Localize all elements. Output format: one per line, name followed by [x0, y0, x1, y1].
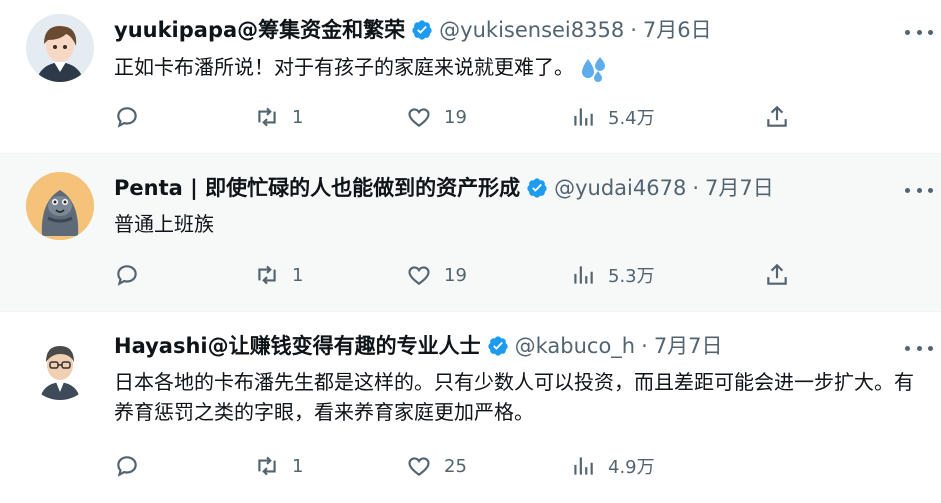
display-name[interactable]: Penta | 即使忙碌的人也能做到的资产形成 [114, 174, 520, 202]
views-button[interactable]: 4.9万 [570, 449, 655, 483]
tweet-header: Penta | 即使忙碌的人也能做到的资产形成 @yudai4678 · 7月7… [114, 174, 774, 202]
like-count: 19 [444, 106, 467, 128]
timestamp[interactable]: 7月6日 [643, 16, 712, 44]
share-icon [767, 263, 787, 285]
views-chart-icon [574, 266, 593, 284]
views-button[interactable]: 5.4万 [570, 100, 655, 134]
sweat-droplets-emoji-icon [582, 56, 605, 82]
retweet-button[interactable]: 1 [254, 100, 303, 134]
more-options-icon[interactable] [905, 22, 933, 42]
tweet-actions: 1 25 4.9万 [114, 449, 814, 483]
views-chart-icon [574, 108, 593, 126]
tweet-text: 正如卡布潘所说！对于有孩子的家庭来说就更难了。 [114, 55, 574, 79]
reply-icon [117, 456, 137, 477]
reply-icon [117, 265, 137, 286]
tweet-text: 普通上班族 [114, 212, 214, 236]
retweet-count: 1 [292, 106, 304, 128]
timestamp[interactable]: 7月7日 [654, 332, 723, 360]
view-count: 4.9万 [608, 457, 655, 478]
tweet-actions: 1 19 5.3万 [114, 258, 814, 292]
separator-dot: · [692, 176, 699, 200]
tweet-text-container: 正如卡布潘所说！对于有孩子的家庭来说就更难了。 [114, 52, 929, 83]
heart-icon [408, 266, 430, 285]
retweet-count: 1 [292, 455, 304, 477]
retweet-button[interactable]: 1 [254, 449, 303, 483]
separator-dot: · [630, 18, 637, 42]
retweet-count: 1 [292, 264, 304, 286]
share-button[interactable] [764, 100, 790, 134]
separator-dot: · [641, 334, 648, 358]
retweet-button[interactable]: 1 [254, 258, 303, 292]
like-count: 25 [444, 455, 467, 477]
retweet-icon [258, 107, 276, 127]
view-count: 5.3万 [608, 266, 655, 287]
reply-button[interactable] [114, 258, 152, 292]
tweet-text: 日本各地的卡布潘先生都是这样的。只有少数人可以投资，而且差距可能会进一步扩大。有… [114, 370, 914, 424]
view-count: 5.4万 [608, 108, 655, 129]
more-options-icon[interactable] [905, 180, 933, 200]
verified-badge-icon[interactable] [411, 19, 433, 41]
handle[interactable]: @yukisensei8358 [439, 16, 624, 44]
avatar[interactable] [26, 172, 94, 240]
display-name[interactable]: yuukipapa@筹集资金和繁荣 [114, 16, 405, 44]
like-button[interactable]: 19 [406, 100, 467, 134]
views-chart-icon [574, 457, 593, 475]
heart-icon [408, 108, 430, 127]
like-count: 19 [444, 264, 467, 286]
timestamp[interactable]: 7月7日 [705, 174, 774, 202]
retweet-icon [258, 456, 276, 476]
share-icon [767, 105, 787, 127]
verified-badge-icon[interactable] [526, 177, 548, 199]
tweet-header: yuukipapa@筹集资金和繁荣 @yukisensei8358 · 7月6日 [114, 16, 712, 44]
reply-button[interactable] [114, 449, 152, 483]
tweet-2[interactable]: Penta | 即使忙碌的人也能做到的资产形成 @yudai4678 · 7月7… [0, 154, 941, 312]
like-button[interactable]: 25 [406, 449, 467, 483]
man-with-glasses-avatar-image [26, 332, 94, 400]
display-name[interactable]: Hayashi@让赚钱变得有趣的专业人士 [114, 332, 481, 360]
heart-icon [408, 457, 430, 476]
tweet-3[interactable]: Hayashi@让赚钱变得有趣的专业人士 @kabuco_h · 7月7日 日本… [0, 312, 941, 503]
reply-button[interactable] [114, 100, 152, 134]
verified-badge-icon[interactable] [487, 335, 509, 357]
avatar[interactable] [26, 14, 94, 82]
retweet-icon [258, 265, 276, 285]
reply-icon [117, 107, 137, 128]
penguin-cartoon-avatar-image [26, 172, 94, 240]
share-button[interactable] [764, 258, 790, 292]
tweet-actions: 1 19 5.4万 [114, 100, 814, 134]
like-button[interactable]: 19 [406, 258, 467, 292]
anime-boy-avatar-image [26, 14, 94, 82]
tweet-header: Hayashi@让赚钱变得有趣的专业人士 @kabuco_h · 7月7日 [114, 332, 723, 360]
avatar[interactable] [26, 332, 94, 400]
handle[interactable]: @kabuco_h [515, 332, 636, 360]
views-button[interactable]: 5.3万 [570, 258, 655, 292]
more-options-icon[interactable] [905, 338, 933, 358]
handle[interactable]: @yudai4678 [554, 174, 686, 202]
tweet-1[interactable]: yuukipapa@筹集资金和繁荣 @yukisensei8358 · 7月6日… [0, 0, 941, 154]
